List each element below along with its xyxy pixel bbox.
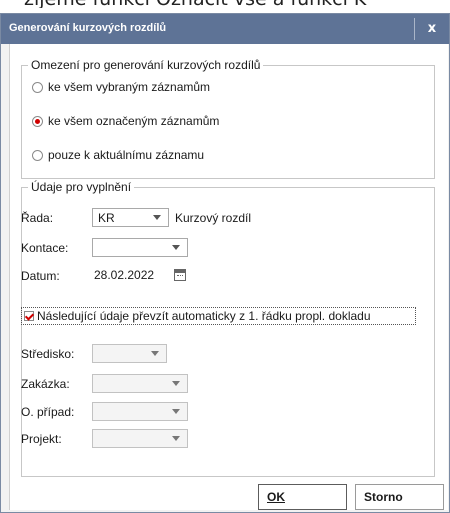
- chevron-down-icon: [172, 245, 180, 250]
- chevron-down-icon: [153, 215, 161, 220]
- take-over-checkbox-label: Následující údaje převzít automaticky z …: [37, 309, 371, 323]
- dialog-content: Omezení pro generování kurzových rozdílů…: [9, 44, 448, 510]
- dialog-titlebar[interactable]: Generování kurzových rozdílů x: [1, 14, 449, 44]
- radio-marked-records[interactable]: ke všem označeným záznamům: [32, 114, 219, 128]
- datum-label: Datum:: [21, 269, 60, 283]
- chevron-down-icon: [151, 351, 159, 356]
- oprip-label: O. případ:: [21, 405, 75, 419]
- calendar-icon[interactable]: [174, 269, 186, 281]
- radio-marked-records-indicator[interactable]: [32, 115, 43, 127]
- kontace-label: Kontace:: [21, 241, 69, 255]
- background-text: zíjeme funkci Označit vše a funkci K: [0, 0, 450, 8]
- take-over-checkbox[interactable]: Následující údaje převzít automaticky z …: [21, 307, 416, 325]
- storno-button-label: Storno: [364, 490, 403, 504]
- fill-data-group: Údaje pro vyplnění: [21, 180, 435, 477]
- zakazka-select[interactable]: [92, 374, 188, 393]
- radio-selected-records[interactable]: ke všem vybraným záznamům: [32, 80, 210, 94]
- datum-value: 28.02.2022: [94, 268, 155, 282]
- zakazka-label: Zakázka:: [21, 377, 70, 391]
- scope-group-legend: Omezení pro generování kurzových rozdílů: [28, 58, 264, 72]
- close-button[interactable]: x: [414, 18, 449, 40]
- ok-button-label: OK: [267, 490, 285, 504]
- dialog-title: Generování kurzových rozdílů: [9, 22, 167, 34]
- rada-name: Kurzový rozdíl: [175, 211, 252, 225]
- rada-label: Řada:: [21, 211, 54, 225]
- kontace-select[interactable]: [92, 238, 188, 257]
- projekt-select[interactable]: [92, 429, 188, 448]
- close-icon: x: [427, 21, 437, 36]
- radio-marked-records-label: ke všem označeným záznamům: [48, 114, 220, 128]
- chevron-down-icon: [172, 381, 180, 386]
- rada-select[interactable]: KR: [92, 208, 169, 227]
- chevron-down-icon: [172, 436, 180, 441]
- take-over-checkbox-indicator[interactable]: [24, 311, 34, 321]
- radio-selected-records-label: ke všem vybraným záznamům: [48, 80, 211, 94]
- kurzove-rozdily-dialog: Generování kurzových rozdílů x Omezení p…: [0, 13, 450, 513]
- oprip-select[interactable]: [92, 402, 188, 421]
- storno-button[interactable]: Storno: [355, 484, 444, 510]
- ok-button[interactable]: OK: [258, 484, 347, 510]
- stredisko-label: Středisko:: [21, 347, 75, 361]
- chevron-down-icon: [172, 409, 180, 414]
- radio-current-record-indicator[interactable]: [32, 149, 43, 161]
- stredisko-select[interactable]: [92, 344, 167, 363]
- radio-current-record-label: pouze k aktuálnímu záznamu: [48, 148, 205, 162]
- rada-value: KR: [98, 211, 115, 225]
- radio-selected-records-indicator[interactable]: [32, 81, 43, 93]
- fill-data-group-legend: Údaje pro vyplnění: [28, 180, 135, 194]
- radio-current-record[interactable]: pouze k aktuálnímu záznamu: [32, 148, 204, 162]
- scope-group: Omezení pro generování kurzových rozdílů…: [21, 58, 435, 179]
- projekt-label: Projekt:: [21, 432, 62, 446]
- datum-field[interactable]: 28.02.2022: [92, 265, 188, 284]
